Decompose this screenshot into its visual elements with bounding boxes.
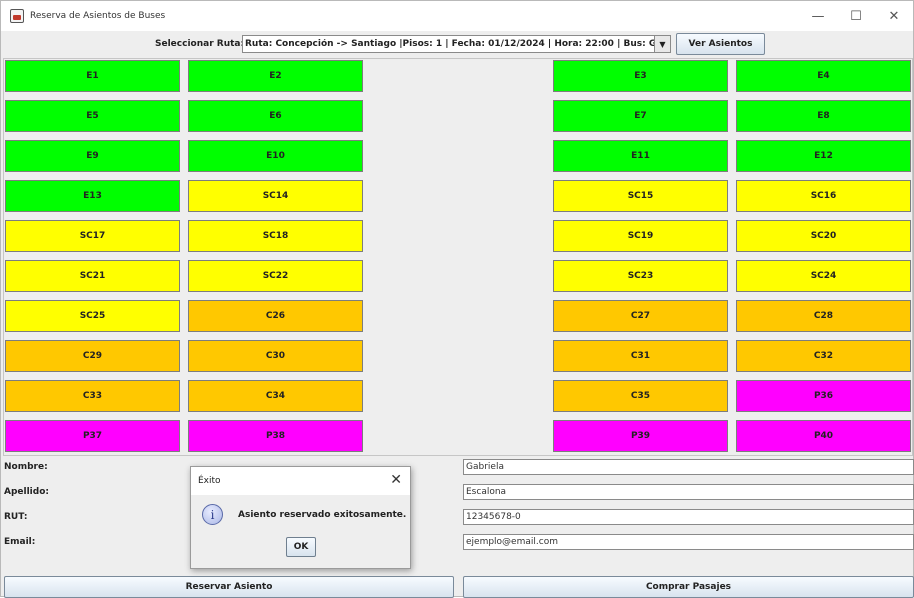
maximize-button[interactable]: ☐: [837, 1, 875, 31]
ok-button[interactable]: OK: [286, 537, 316, 557]
seat-button[interactable]: E11: [553, 140, 728, 172]
seat-button[interactable]: C26: [188, 300, 363, 332]
seat-button[interactable]: SC19: [553, 220, 728, 252]
seat-button[interactable]: C33: [5, 380, 180, 412]
nombre-field[interactable]: Gabriela: [463, 459, 914, 475]
title-bar: Reserva de Asientos de Buses — ☐ ✕: [1, 1, 913, 31]
seat-button[interactable]: E10: [188, 140, 363, 172]
seat-button[interactable]: C35: [553, 380, 728, 412]
seat-button[interactable]: C34: [188, 380, 363, 412]
seat-button[interactable]: C30: [188, 340, 363, 372]
seat-grid: E1 E2 E3 E4 E5 E6 E7 E8 E9 E10 E11 E12 E13 SC14 SC15 SC…: [3, 58, 913, 456]
seat-button[interactable]: SC16: [736, 180, 911, 212]
minimize-button[interactable]: —: [799, 1, 837, 31]
seat-button[interactable]: P40: [736, 420, 911, 452]
nombre-label: Nombre:: [4, 462, 48, 472]
seat-button[interactable]: C31: [553, 340, 728, 372]
reservar-asiento-button[interactable]: Reservar Asiento: [4, 576, 454, 598]
chevron-down-icon[interactable]: ▼: [654, 36, 670, 52]
rut-field[interactable]: 12345678-0: [463, 509, 914, 525]
seat-button[interactable]: P37: [5, 420, 180, 452]
seat-button[interactable]: SC15: [553, 180, 728, 212]
bus-app-icon: [10, 9, 24, 23]
seat-button[interactable]: E8: [736, 100, 911, 132]
ver-asientos-button[interactable]: Ver Asientos: [676, 33, 765, 55]
seat-button[interactable]: SC17: [5, 220, 180, 252]
dialog-title-bar: Éxito ✕: [191, 467, 410, 495]
email-label: Email:: [4, 537, 36, 547]
seat-button[interactable]: E3: [553, 60, 728, 92]
close-button[interactable]: ✕: [875, 1, 913, 31]
route-select[interactable]: Ruta: Concepción -> Santiago |Pisos: 1 |…: [242, 35, 671, 53]
route-label: Seleccionar Ruta:: [155, 39, 245, 49]
seat-button[interactable]: E5: [5, 100, 180, 132]
seat-button[interactable]: SC22: [188, 260, 363, 292]
seat-button[interactable]: E1: [5, 60, 180, 92]
seat-button[interactable]: SC23: [553, 260, 728, 292]
route-toolbar: Seleccionar Ruta: Ruta: Concepción -> Sa…: [1, 31, 913, 58]
main-window: Reserva de Asientos de Buses — ☐ ✕ Selec…: [0, 0, 914, 598]
seat-button[interactable]: E2: [188, 60, 363, 92]
window-controls: — ☐ ✕: [799, 1, 913, 31]
dialog-message: Asiento reservado exitosamente.: [238, 510, 407, 520]
seat-button[interactable]: C29: [5, 340, 180, 372]
seat-button[interactable]: SC20: [736, 220, 911, 252]
seat-button[interactable]: C32: [736, 340, 911, 372]
seat-button[interactable]: E7: [553, 100, 728, 132]
route-select-value: Ruta: Concepción -> Santiago |Pisos: 1 |…: [245, 39, 654, 49]
seat-button[interactable]: E9: [5, 140, 180, 172]
dialog-close-icon[interactable]: ✕: [390, 472, 402, 488]
email-field[interactable]: ejemplo@email.com: [463, 534, 914, 550]
seat-button[interactable]: C28: [736, 300, 911, 332]
apellido-field[interactable]: Escalona: [463, 484, 914, 500]
apellido-label: Apellido:: [4, 487, 49, 497]
seat-button[interactable]: P38: [188, 420, 363, 452]
seat-button[interactable]: P36: [736, 380, 911, 412]
seat-button[interactable]: SC25: [5, 300, 180, 332]
seat-button[interactable]: SC24: [736, 260, 911, 292]
seat-button[interactable]: E13: [5, 180, 180, 212]
success-dialog: Éxito ✕ i Asiento reservado exitosamente…: [190, 466, 411, 569]
seat-button[interactable]: E4: [736, 60, 911, 92]
comprar-pasajes-button[interactable]: Comprar Pasajes: [463, 576, 914, 598]
seat-button[interactable]: E12: [736, 140, 911, 172]
seat-button[interactable]: C27: [553, 300, 728, 332]
seat-button[interactable]: SC14: [188, 180, 363, 212]
info-icon: i: [202, 504, 223, 525]
window-title: Reserva de Asientos de Buses: [30, 11, 166, 21]
rut-label: RUT:: [4, 512, 28, 522]
seat-button[interactable]: SC21: [5, 260, 180, 292]
seat-button[interactable]: SC18: [188, 220, 363, 252]
seat-button[interactable]: E6: [188, 100, 363, 132]
dialog-title: Éxito: [198, 476, 221, 486]
seat-button[interactable]: P39: [553, 420, 728, 452]
